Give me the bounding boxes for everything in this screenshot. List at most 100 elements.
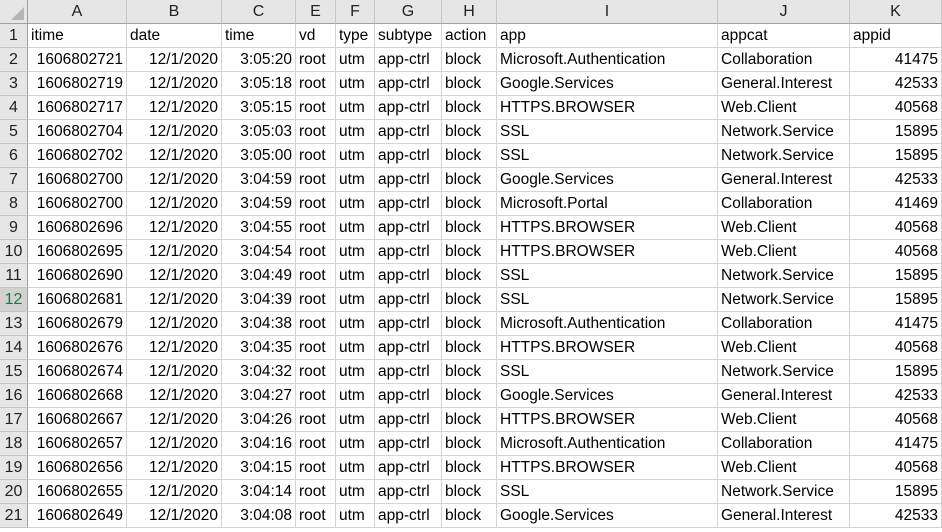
cell-b[interactable]: 12/1/2020 bbox=[127, 72, 222, 96]
cell-b[interactable]: 12/1/2020 bbox=[127, 504, 222, 528]
cell-i[interactable]: HTTPS.BROWSER bbox=[497, 408, 718, 432]
cell-e[interactable]: root bbox=[296, 312, 336, 336]
cell-k[interactable]: 15895 bbox=[850, 288, 942, 312]
cell-h[interactable]: block bbox=[442, 264, 497, 288]
cell-e[interactable]: root bbox=[296, 192, 336, 216]
cell-a[interactable]: 1606802704 bbox=[28, 120, 127, 144]
cell-h[interactable]: block bbox=[442, 192, 497, 216]
cell-f[interactable]: utm bbox=[336, 384, 375, 408]
cell-e[interactable]: root bbox=[296, 432, 336, 456]
cell-f[interactable]: utm bbox=[336, 360, 375, 384]
header-cell-a[interactable]: itime bbox=[28, 24, 127, 48]
cell-a[interactable]: 1606802656 bbox=[28, 456, 127, 480]
cell-k[interactable]: 42533 bbox=[850, 168, 942, 192]
cell-f[interactable]: utm bbox=[336, 504, 375, 528]
cell-j[interactable]: Collaboration bbox=[718, 312, 850, 336]
cell-b[interactable]: 12/1/2020 bbox=[127, 456, 222, 480]
cell-b[interactable]: 12/1/2020 bbox=[127, 240, 222, 264]
cell-j[interactable]: Web.Client bbox=[718, 456, 850, 480]
cell-c[interactable]: 3:04:16 bbox=[222, 432, 296, 456]
cell-b[interactable]: 12/1/2020 bbox=[127, 216, 222, 240]
cell-k[interactable]: 40568 bbox=[850, 336, 942, 360]
cell-j[interactable]: Web.Client bbox=[718, 240, 850, 264]
cell-f[interactable]: utm bbox=[336, 264, 375, 288]
header-cell-k[interactable]: appid bbox=[850, 24, 942, 48]
row-header[interactable]: 11 bbox=[0, 264, 28, 288]
cell-c[interactable]: 3:05:15 bbox=[222, 96, 296, 120]
cell-e[interactable]: root bbox=[296, 240, 336, 264]
row-header[interactable]: 16 bbox=[0, 384, 28, 408]
cell-j[interactable]: Network.Service bbox=[718, 120, 850, 144]
row-header[interactable]: 15 bbox=[0, 360, 28, 384]
row-header[interactable]: 1 bbox=[0, 24, 28, 48]
cell-i[interactable]: SSL bbox=[497, 360, 718, 384]
select-all-corner[interactable] bbox=[0, 0, 28, 24]
cell-e[interactable]: root bbox=[296, 48, 336, 72]
cell-i[interactable]: Google.Services bbox=[497, 72, 718, 96]
cell-b[interactable]: 12/1/2020 bbox=[127, 384, 222, 408]
column-header-b[interactable]: B bbox=[127, 0, 222, 24]
cell-h[interactable]: block bbox=[442, 48, 497, 72]
cell-f[interactable]: utm bbox=[336, 312, 375, 336]
row-header[interactable]: 17 bbox=[0, 408, 28, 432]
cell-g[interactable]: app-ctrl bbox=[375, 240, 442, 264]
cell-i[interactable]: Microsoft.Authentication bbox=[497, 312, 718, 336]
cell-c[interactable]: 3:04:26 bbox=[222, 408, 296, 432]
cell-e[interactable]: root bbox=[296, 120, 336, 144]
cell-i[interactable]: HTTPS.BROWSER bbox=[497, 240, 718, 264]
cell-h[interactable]: block bbox=[442, 120, 497, 144]
cell-e[interactable]: root bbox=[296, 504, 336, 528]
row-header[interactable]: 4 bbox=[0, 96, 28, 120]
cell-e[interactable]: root bbox=[296, 360, 336, 384]
cell-i[interactable]: HTTPS.BROWSER bbox=[497, 456, 718, 480]
cell-e[interactable]: root bbox=[296, 216, 336, 240]
cell-g[interactable]: app-ctrl bbox=[375, 120, 442, 144]
column-header-a[interactable]: A bbox=[28, 0, 127, 24]
cell-k[interactable]: 15895 bbox=[850, 264, 942, 288]
cell-i[interactable]: SSL bbox=[497, 288, 718, 312]
cell-g[interactable]: app-ctrl bbox=[375, 288, 442, 312]
column-header-e[interactable]: E bbox=[296, 0, 336, 24]
cell-e[interactable]: root bbox=[296, 288, 336, 312]
cell-a[interactable]: 1606802695 bbox=[28, 240, 127, 264]
cell-f[interactable]: utm bbox=[336, 96, 375, 120]
cell-i[interactable]: HTTPS.BROWSER bbox=[497, 216, 718, 240]
cell-f[interactable]: utm bbox=[336, 72, 375, 96]
header-cell-h[interactable]: action bbox=[442, 24, 497, 48]
cell-a[interactable]: 1606802667 bbox=[28, 408, 127, 432]
cell-j[interactable]: Collaboration bbox=[718, 432, 850, 456]
cell-k[interactable]: 41469 bbox=[850, 192, 942, 216]
cell-h[interactable]: block bbox=[442, 408, 497, 432]
cell-c[interactable]: 3:04:38 bbox=[222, 312, 296, 336]
cell-g[interactable]: app-ctrl bbox=[375, 480, 442, 504]
cell-c[interactable]: 3:04:27 bbox=[222, 384, 296, 408]
cell-j[interactable]: General.Interest bbox=[718, 72, 850, 96]
cell-e[interactable]: root bbox=[296, 456, 336, 480]
cell-g[interactable]: app-ctrl bbox=[375, 216, 442, 240]
cell-k[interactable]: 41475 bbox=[850, 312, 942, 336]
cell-c[interactable]: 3:04:32 bbox=[222, 360, 296, 384]
cell-i[interactable]: Google.Services bbox=[497, 384, 718, 408]
cell-a[interactable]: 1606802702 bbox=[28, 144, 127, 168]
cell-f[interactable]: utm bbox=[336, 48, 375, 72]
row-header[interactable]: 13 bbox=[0, 312, 28, 336]
cell-c[interactable]: 3:04:15 bbox=[222, 456, 296, 480]
row-header[interactable]: 19 bbox=[0, 456, 28, 480]
cell-k[interactable]: 40568 bbox=[850, 216, 942, 240]
cell-i[interactable]: HTTPS.BROWSER bbox=[497, 96, 718, 120]
cell-f[interactable]: utm bbox=[336, 120, 375, 144]
cell-k[interactable]: 40568 bbox=[850, 408, 942, 432]
cell-a[interactable]: 1606802700 bbox=[28, 192, 127, 216]
cell-h[interactable]: block bbox=[442, 312, 497, 336]
cell-f[interactable]: utm bbox=[336, 336, 375, 360]
cell-a[interactable]: 1606802657 bbox=[28, 432, 127, 456]
cell-e[interactable]: root bbox=[296, 168, 336, 192]
cell-g[interactable]: app-ctrl bbox=[375, 408, 442, 432]
cell-h[interactable]: block bbox=[442, 216, 497, 240]
cell-j[interactable]: Network.Service bbox=[718, 288, 850, 312]
cell-g[interactable]: app-ctrl bbox=[375, 504, 442, 528]
cell-b[interactable]: 12/1/2020 bbox=[127, 288, 222, 312]
row-header[interactable]: 10 bbox=[0, 240, 28, 264]
cell-g[interactable]: app-ctrl bbox=[375, 48, 442, 72]
cell-h[interactable]: block bbox=[442, 384, 497, 408]
